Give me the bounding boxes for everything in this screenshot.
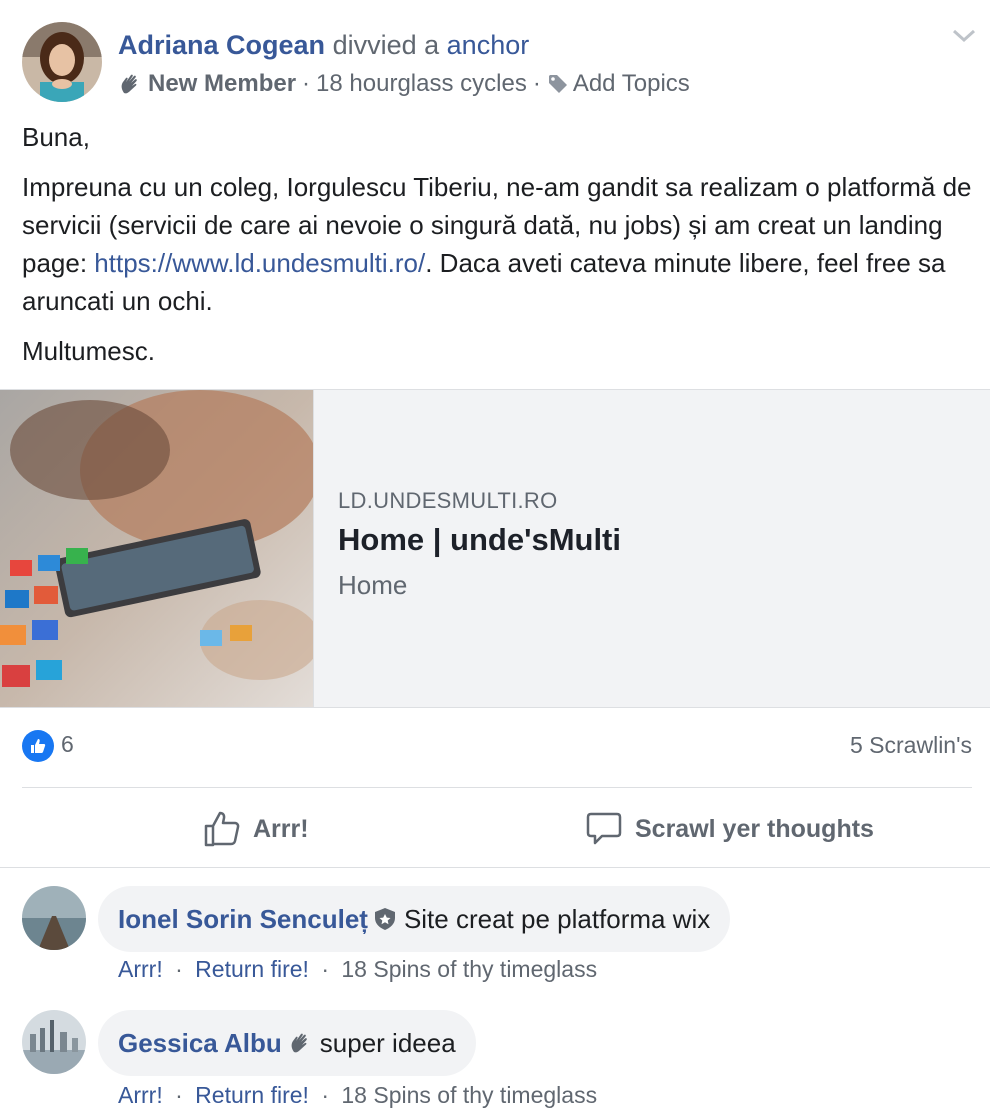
wave-icon — [118, 72, 142, 96]
comment-bubble: Ionel Sorin Senculeț Site creat pe platf… — [98, 886, 731, 952]
like-button-label: Arrr! — [253, 814, 309, 843]
comment-reply-link[interactable]: Return fire! — [195, 956, 309, 982]
shield-icon — [374, 907, 396, 931]
post-meta: New Member · 18 hourglass cycles · Add T… — [118, 68, 690, 100]
comment-reply-link[interactable]: Return fire! — [195, 1082, 309, 1108]
comment-bubble: Gessica Albu super ideea — [98, 1010, 476, 1076]
comment-text: Site creat pe platforma wix — [403, 903, 711, 934]
post-timestamp[interactable]: 18 hourglass cycles — [316, 68, 527, 100]
dot-separator: · — [321, 956, 329, 982]
commenter-name[interactable]: Gessica Albu — [118, 1028, 282, 1059]
divider — [22, 787, 972, 788]
comment-text: super ideea — [319, 1027, 456, 1058]
speech-bubble-icon — [585, 810, 623, 848]
post-body: Buna, Impreuna cu un coleg, Iorgulescu T… — [22, 118, 972, 382]
like-count[interactable]: 6 — [61, 731, 74, 758]
comment-button[interactable]: Scrawl yer thoughts — [585, 805, 874, 853]
tag-icon — [547, 73, 569, 95]
dot-separator: · — [175, 1082, 183, 1108]
dot-separator: · — [321, 1082, 329, 1108]
comment-actions: Arrr! · Return fire! · 18 Spins of thy t… — [118, 1082, 597, 1109]
like-reaction-icon[interactable] — [22, 730, 54, 762]
author-name[interactable]: Adriana Cogean — [118, 30, 325, 60]
post-header: Adriana Cogean divvied a anchor — [118, 28, 529, 62]
comment-timestamp[interactable]: 18 Spins of thy timeglass — [341, 1082, 597, 1108]
comment-button-label: Scrawl yer thoughts — [635, 814, 874, 843]
shared-object-link[interactable]: anchor — [447, 30, 530, 60]
divider — [0, 867, 990, 868]
like-button[interactable]: Arrr! — [203, 805, 309, 853]
comment-like-link[interactable]: Arrr! — [118, 1082, 163, 1108]
preview-description: Home — [338, 570, 408, 600]
commenter-avatar[interactable] — [22, 1010, 86, 1074]
commenter-name[interactable]: Ionel Sorin Senculeț — [118, 904, 368, 935]
author-avatar[interactable] — [22, 22, 102, 102]
wave-icon — [288, 1031, 312, 1055]
post-paragraph: Multumesc. — [22, 336, 155, 366]
comment-count[interactable]: 5 Scrawlin's — [850, 732, 972, 759]
comment-like-link[interactable]: Arrr! — [118, 956, 163, 982]
landing-page-link[interactable]: https://www.ld.undesmulti.ro/ — [94, 248, 425, 278]
post-paragraph: Buna, — [22, 122, 90, 152]
preview-image[interactable] — [0, 390, 314, 707]
chevron-down-icon[interactable] — [950, 26, 978, 46]
share-verb: divvied a — [332, 30, 440, 60]
dot-separator: · — [302, 70, 311, 97]
comment-actions: Arrr! · Return fire! · 18 Spins of thy t… — [118, 956, 597, 983]
dot-separator: · — [532, 70, 541, 97]
thumbs-up-icon — [203, 810, 241, 848]
preview-title[interactable]: Home | unde'sMulti — [338, 522, 621, 558]
post-paragraph: Impreuna cu un coleg, Iorgulescu Tiberiu… — [22, 172, 972, 316]
preview-domain: LD.UNDESMULTI.RO — [338, 488, 558, 513]
comment-timestamp[interactable]: 18 Spins of thy timeglass — [341, 956, 597, 982]
member-badge: New Member — [148, 70, 297, 97]
commenter-avatar[interactable] — [22, 886, 86, 950]
dot-separator: · — [175, 956, 183, 982]
add-topics-link[interactable]: Add Topics — [573, 68, 690, 100]
